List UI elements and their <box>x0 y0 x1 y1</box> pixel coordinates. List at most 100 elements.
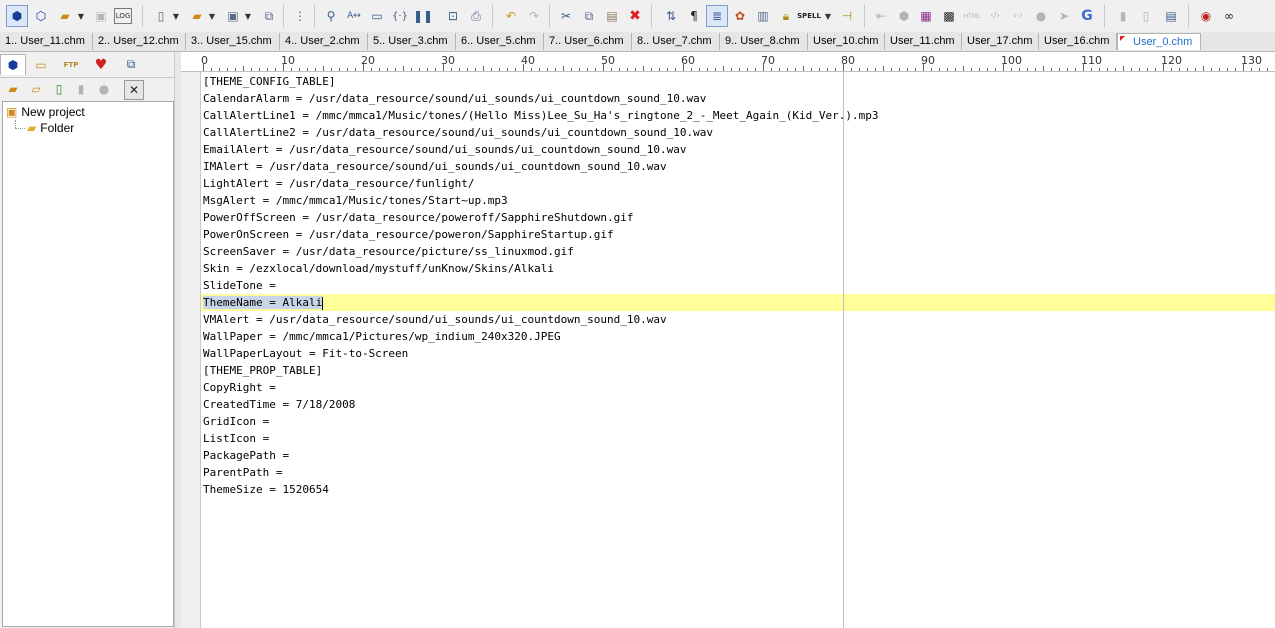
chevron-down-icon[interactable]: ▼ <box>170 5 182 27</box>
tree-view-icon[interactable]: ⋮ <box>289 5 311 27</box>
cut-icon[interactable]: ✂ <box>555 5 577 27</box>
text-editor[interactable]: [THEME_CONFIG_TABLE] CalendarAlarm = /usr… <box>201 72 1275 628</box>
paste-icon[interactable]: ▤ <box>601 5 623 27</box>
show-paragraph-icon[interactable]: ¶ <box>683 5 705 27</box>
ftp-tab-icon[interactable]: FTP <box>58 54 84 75</box>
editor-line[interactable]: ScreenSaver = /usr/data_resource/picture… <box>201 243 1275 260</box>
tab-file[interactable]: User_11.chm <box>885 33 962 50</box>
bracket-match-icon[interactable]: {·} <box>389 5 411 27</box>
send-icon[interactable]: ➤ <box>1053 5 1075 27</box>
tab-file-active[interactable]: User_0.chm <box>1117 33 1201 50</box>
find-in-files-icon[interactable]: ⊡ <box>442 5 464 27</box>
find-icon[interactable]: ⚲ <box>320 5 342 27</box>
tag-off-icon[interactable]: ‹/› <box>984 5 1006 27</box>
color-table-icon[interactable]: ▦ <box>915 5 937 27</box>
chevron-down-icon[interactable]: ▼ <box>822 5 834 27</box>
new-file-icon[interactable]: ▯ <box>150 5 172 27</box>
tab-file[interactable]: 2.. User_12.chm <box>93 33 186 50</box>
print-icon[interactable]: ⎙ <box>465 5 487 27</box>
bookmarks-icon[interactable]: ❚❚ <box>412 5 434 27</box>
tree-node-folder[interactable]: ▰ Folder <box>27 121 74 136</box>
tab-file[interactable]: 6.. User_5.chm <box>456 33 544 50</box>
spell-check-icon[interactable]: SPELL <box>797 5 821 27</box>
html-text-icon[interactable]: HTML <box>961 5 983 27</box>
tab-file[interactable]: User_17.chm <box>962 33 1039 50</box>
chevron-down-icon[interactable]: ▼ <box>242 5 254 27</box>
editor-line[interactable]: MsgAlert = /mmc/mmca1/Music/tones/Start~… <box>201 192 1275 209</box>
editor-line[interactable]: WallPaperLayout = Fit-to-Screen <box>201 345 1275 362</box>
google-icon[interactable]: G <box>1076 5 1098 27</box>
sort-icon[interactable]: ⇅ <box>660 5 682 27</box>
open-project-folder-icon[interactable]: ▰ <box>54 5 76 27</box>
editor-line[interactable]: [THEME_CONFIG_TABLE] <box>201 73 1275 90</box>
save-all-icon[interactable]: ⧉ <box>258 5 280 27</box>
undo-icon[interactable]: ↶ <box>500 5 522 27</box>
favorites-tab-icon[interactable]: ♥ <box>88 54 114 75</box>
project-tab-icon[interactable]: ⬢ <box>0 54 26 75</box>
editor-line[interactable]: EmailAlert = /usr/data_resource/sound/ui… <box>201 141 1275 158</box>
tab-file[interactable]: User_16.chm <box>1039 33 1117 50</box>
editor-line[interactable]: ThemeSize = 1520654 <box>201 481 1275 498</box>
editor-line[interactable]: CallAlertLine1 = /mmc/mmca1/Music/tones/… <box>201 107 1275 124</box>
editor-line[interactable]: CalendarAlarm = /usr/data_resource/sound… <box>201 90 1275 107</box>
doc-3-icon[interactable]: ▤ <box>1160 5 1182 27</box>
tab-file[interactable]: 8.. User_7.chm <box>632 33 720 50</box>
tab-file[interactable]: User_10.chm <box>808 33 885 50</box>
doc-1-icon[interactable]: ▮ <box>1112 5 1134 27</box>
editor-line[interactable]: LightAlert = /usr/data_resource/funlight… <box>201 175 1275 192</box>
color-table-10-icon[interactable]: ▩ <box>938 5 960 27</box>
add-file-icon[interactable]: ▯ <box>50 80 68 98</box>
delete-icon[interactable]: ✖ <box>624 5 646 27</box>
settings-tools-icon[interactable]: ✕ <box>124 80 144 100</box>
tab-file[interactable]: 1.. User_11.chm <box>0 33 93 50</box>
open-project-icon[interactable]: ⬡ <box>30 5 52 27</box>
column-mode-icon[interactable]: ▥ <box>752 5 774 27</box>
editor-line-current[interactable]: ThemeName = Alkali <box>201 294 1275 311</box>
chevron-down-icon[interactable]: ▼ <box>206 5 218 27</box>
tab-file[interactable]: 3.. User_15.chm <box>186 33 280 50</box>
remove-file-icon[interactable]: ▮ <box>72 80 90 98</box>
tab-file[interactable]: 4.. User_2.chm <box>280 33 368 50</box>
chevron-down-icon[interactable]: ▼ <box>75 5 87 27</box>
editor-line[interactable]: PowerOffScreen = /usr/data_resource/powe… <box>201 209 1275 226</box>
editor-gutter[interactable] <box>181 72 201 628</box>
new-project-icon[interactable]: ⬢ <box>6 5 28 27</box>
editor-line[interactable]: Skin = /ezxlocal/download/mystuff/unKnow… <box>201 260 1275 277</box>
editor-line[interactable]: GridIcon = <box>201 413 1275 430</box>
circle-icon[interactable]: ⬢ <box>893 5 915 27</box>
doc-2-icon[interactable]: ▯ <box>1135 5 1157 27</box>
log-icon[interactable]: LOG <box>114 8 132 24</box>
editor-line[interactable]: SlideTone = <box>201 277 1275 294</box>
replace-icon[interactable]: A↔ <box>343 5 365 27</box>
word-wrap-icon[interactable]: ≣ <box>706 5 728 27</box>
close-project-icon[interactable]: ▣ <box>90 5 112 27</box>
editor-line[interactable]: ParentPath = <box>201 464 1275 481</box>
add-folder-icon[interactable]: ▰ <box>4 80 22 98</box>
editor-line[interactable]: CallAlertLine2 = /usr/data_resource/soun… <box>201 124 1275 141</box>
save-icon[interactable]: ▣ <box>222 5 244 27</box>
outdent-icon[interactable]: ⇤ <box>870 5 892 27</box>
pin-icon[interactable]: ⊣ <box>836 5 858 27</box>
tab-file[interactable]: 7.. User_6.chm <box>544 33 632 50</box>
redo-icon[interactable]: ↷ <box>523 5 545 27</box>
tag-on-icon[interactable]: ‹·› <box>1007 5 1029 27</box>
copy-icon[interactable]: ⧉ <box>578 5 600 27</box>
macro-record-icon[interactable]: ◉ <box>1195 5 1217 27</box>
editor-line[interactable]: VMAlert = /usr/data_resource/sound/ui_so… <box>201 311 1275 328</box>
glasses-icon[interactable]: ∞ <box>1218 5 1240 27</box>
editor-line[interactable]: ListIcon = <box>201 430 1275 447</box>
circle-2-icon[interactable]: ● <box>1030 5 1052 27</box>
goto-icon[interactable]: ▭ <box>366 5 388 27</box>
windows-tab-icon[interactable]: ⧉ <box>118 54 144 75</box>
panel-splitter[interactable] <box>174 52 181 628</box>
tab-file[interactable]: 9.. User_8.chm <box>720 33 808 50</box>
file-explorer-tab-icon[interactable]: ▭ <box>28 54 54 75</box>
tab-file[interactable]: 5.. User_3.chm <box>368 33 456 50</box>
editor-line[interactable]: [THEME_PROP_TABLE] <box>201 362 1275 379</box>
editor-line[interactable]: WallPaper = /mmc/mmca1/Pictures/wp_indiu… <box>201 328 1275 345</box>
tree-node-project[interactable]: ▣ New project <box>6 105 85 120</box>
color-picker-icon[interactable]: ✿ <box>729 5 751 27</box>
open-folder-icon[interactable]: ▱ <box>27 80 45 98</box>
editor-line[interactable]: CopyRight = <box>201 379 1275 396</box>
open-file-icon[interactable]: ▰ <box>186 5 208 27</box>
